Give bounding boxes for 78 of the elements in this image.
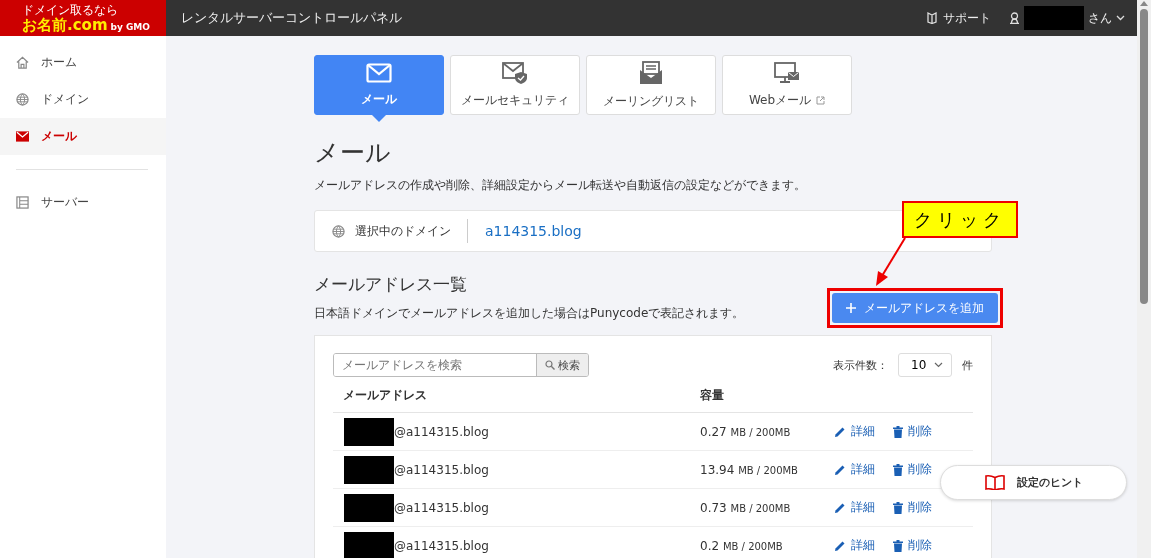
logo-tagline: ドメイン取るなら [22, 2, 119, 17]
mail-icon [366, 62, 392, 83]
redaction-bar [344, 531, 394, 558]
list-mail-icon [639, 60, 663, 85]
hint-button[interactable]: 設定のヒント [940, 465, 1127, 500]
sidebar-item[interactable]: サーバー [0, 184, 166, 221]
sidebar-item[interactable]: メール [0, 118, 166, 155]
per-page-select[interactable]: 10 [898, 353, 952, 377]
scroll-up-icon[interactable] [1140, 0, 1148, 6]
search-button[interactable]: 検索 [536, 354, 588, 376]
shield-mail-icon [502, 61, 528, 84]
domain-value: a114315.blog [485, 223, 582, 239]
per-page-label: 表示件数： [833, 357, 888, 373]
trash-icon [893, 539, 903, 552]
app-title: レンタルサーバーコントロールパネル [181, 9, 403, 27]
book-icon [984, 475, 1005, 490]
tab[interactable]: Webメール [722, 55, 852, 115]
plus-icon [846, 303, 856, 313]
trash-icon [893, 501, 903, 514]
sidebar-item[interactable]: ホーム [0, 44, 166, 81]
support-link[interactable]: サポート [943, 9, 991, 27]
home-icon [16, 56, 29, 69]
server-icon [16, 196, 29, 209]
detail-link[interactable]: 詳細 [834, 423, 875, 440]
usage-cell: 0.2 MB / 200MB [700, 538, 783, 553]
search-icon [545, 360, 555, 370]
trash-icon [893, 463, 903, 476]
domain-label: 選択中のドメイン [355, 219, 468, 243]
globe-icon [16, 93, 29, 106]
mail-icon [16, 131, 29, 142]
detail-link[interactable]: 詳細 [834, 461, 875, 478]
delete-link[interactable]: 削除 [893, 461, 932, 478]
email-address: @a114315.blog [394, 424, 489, 439]
redaction-bar [344, 455, 394, 484]
search-field[interactable]: メールアドレスを検索 検索 [333, 353, 589, 377]
usage-cell: 0.73 MB / 200MB [700, 500, 791, 515]
per-page-suffix: 件 [962, 357, 973, 373]
tab-pointer [372, 115, 386, 122]
monitor-mail-icon [774, 61, 800, 84]
email-address: @a114315.blog [394, 500, 489, 515]
detail-link[interactable]: 詳細 [834, 537, 875, 554]
column-header: メールアドレス [343, 388, 427, 402]
email-address: @a114315.blog [394, 538, 489, 553]
column-header: 容量 [700, 388, 724, 402]
pencil-icon [834, 501, 846, 514]
chevron-down-icon [934, 362, 943, 368]
book-icon [927, 12, 937, 24]
delete-link[interactable]: 削除 [893, 499, 932, 516]
page-title: メール [314, 137, 392, 169]
logo-name: お名前.com [22, 16, 108, 34]
detail-link[interactable]: 詳細 [834, 499, 875, 516]
delete-link[interactable]: 削除 [893, 423, 932, 440]
globe-icon [332, 224, 345, 238]
callout-label: クリック [902, 201, 1018, 238]
email-address: @a114315.blog [394, 462, 489, 477]
chevron-down-icon [1116, 15, 1125, 21]
page-description: メールアドレスの作成や削除、詳細設定からメール転送や自動返信の設定などができます。 [314, 177, 807, 194]
tab[interactable]: メールセキュリティ [450, 55, 580, 115]
pencil-icon [834, 463, 846, 476]
pencil-icon [834, 425, 846, 438]
sidebar-item[interactable]: ドメイン [0, 81, 166, 118]
user-menu[interactable]: さん [1088, 9, 1112, 27]
logo-suffix: by GMO [110, 21, 150, 32]
redaction-bar [344, 493, 394, 522]
redaction-bar [344, 417, 394, 446]
pencil-icon [834, 539, 846, 552]
section-title: メールアドレス一覧 [314, 273, 468, 296]
logo[interactable]: ドメイン取るなら お名前.com by GMO [0, 0, 166, 36]
usage-cell: 0.27 MB / 200MB [700, 424, 791, 439]
user-icon [1009, 12, 1020, 24]
trash-icon [893, 425, 903, 438]
tab[interactable]: メーリングリスト [586, 55, 716, 115]
tab[interactable]: メール [314, 55, 444, 115]
delete-link[interactable]: 削除 [893, 537, 932, 554]
redaction-bar [1024, 6, 1084, 30]
usage-cell: 13.94 MB / 200MB [700, 462, 798, 477]
scrollbar[interactable] [1137, 0, 1151, 558]
section-note: 日本語ドメインでメールアドレスを追加した場合はPunycodeで表記されます。 [314, 305, 745, 322]
